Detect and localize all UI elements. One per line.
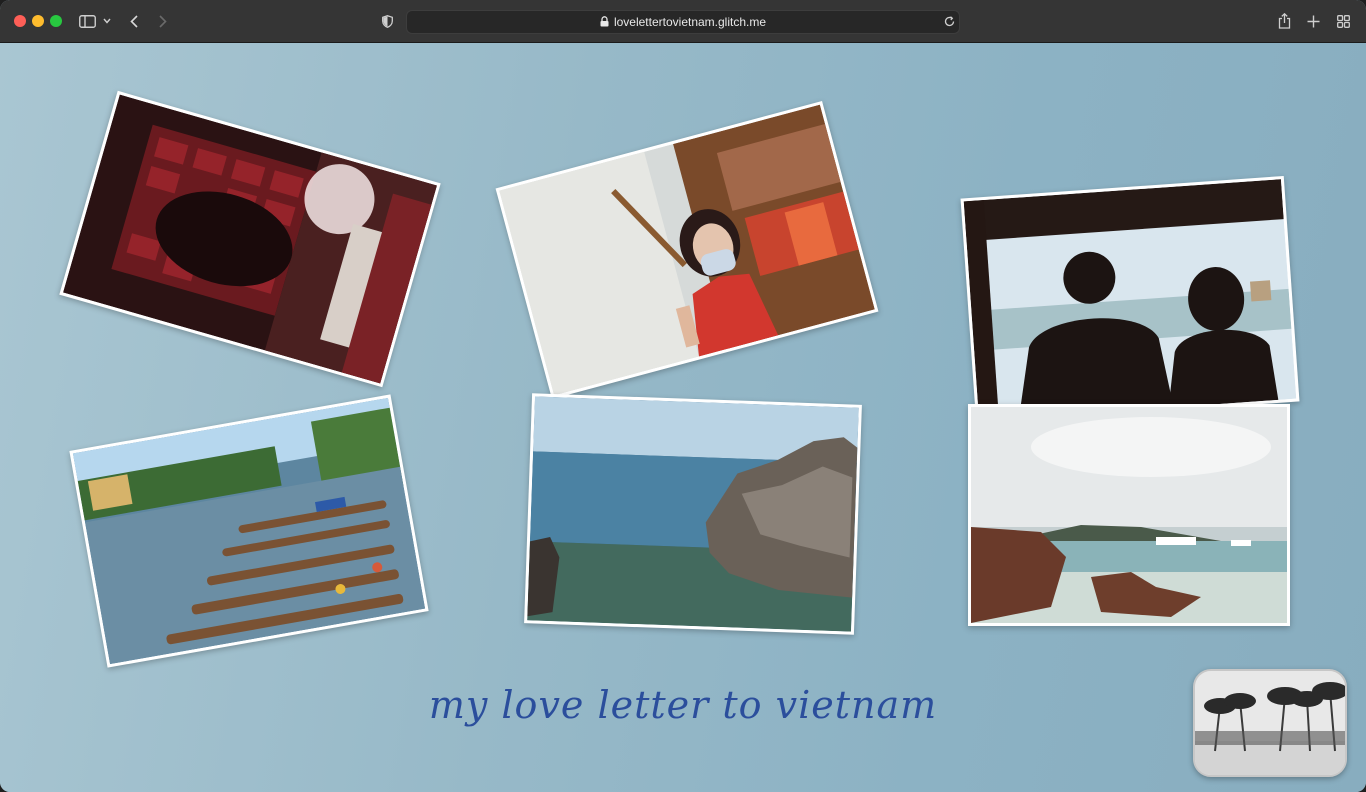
- zoom-window-button[interactable]: [50, 15, 62, 27]
- url-label: lovelettertovietnam.glitch.me: [613, 15, 767, 29]
- photo-boats-river[interactable]: [69, 394, 429, 668]
- photo-girl-red-shirt[interactable]: [495, 100, 879, 400]
- page-title: my love letter to vietnam: [428, 683, 938, 727]
- photo-red-interior[interactable]: [59, 90, 441, 388]
- lock-icon: [600, 16, 609, 30]
- share-icon[interactable]: [1276, 11, 1292, 31]
- url-text: lovelettertovietnam.glitch.me: [407, 15, 959, 30]
- browser-toolbar: lovelettertovietnam.glitch.me: [0, 0, 1366, 43]
- browser-window: lovelettertovietnam.glitch.me my love le…: [0, 0, 1366, 792]
- photo-beach-rocks[interactable]: [968, 404, 1290, 626]
- minimize-window-button[interactable]: [32, 15, 44, 27]
- music-thumbnail[interactable]: [1193, 669, 1347, 777]
- tab-overview-icon[interactable]: [1335, 11, 1351, 31]
- reload-icon[interactable]: [943, 13, 955, 29]
- shield-icon[interactable]: [380, 11, 394, 31]
- close-window-button[interactable]: [14, 15, 26, 27]
- photo-sea-rocks[interactable]: [524, 393, 862, 635]
- sidebar-icon[interactable]: [78, 11, 96, 31]
- forward-icon[interactable]: [157, 11, 169, 31]
- chevron-down-icon[interactable]: [102, 11, 112, 31]
- new-tab-icon[interactable]: [1305, 11, 1321, 31]
- address-bar[interactable]: lovelettertovietnam.glitch.me: [406, 10, 960, 34]
- photo-silhouettes[interactable]: [960, 175, 1300, 425]
- back-icon[interactable]: [128, 11, 140, 31]
- page-content: my love letter to vietnam: [0, 43, 1366, 792]
